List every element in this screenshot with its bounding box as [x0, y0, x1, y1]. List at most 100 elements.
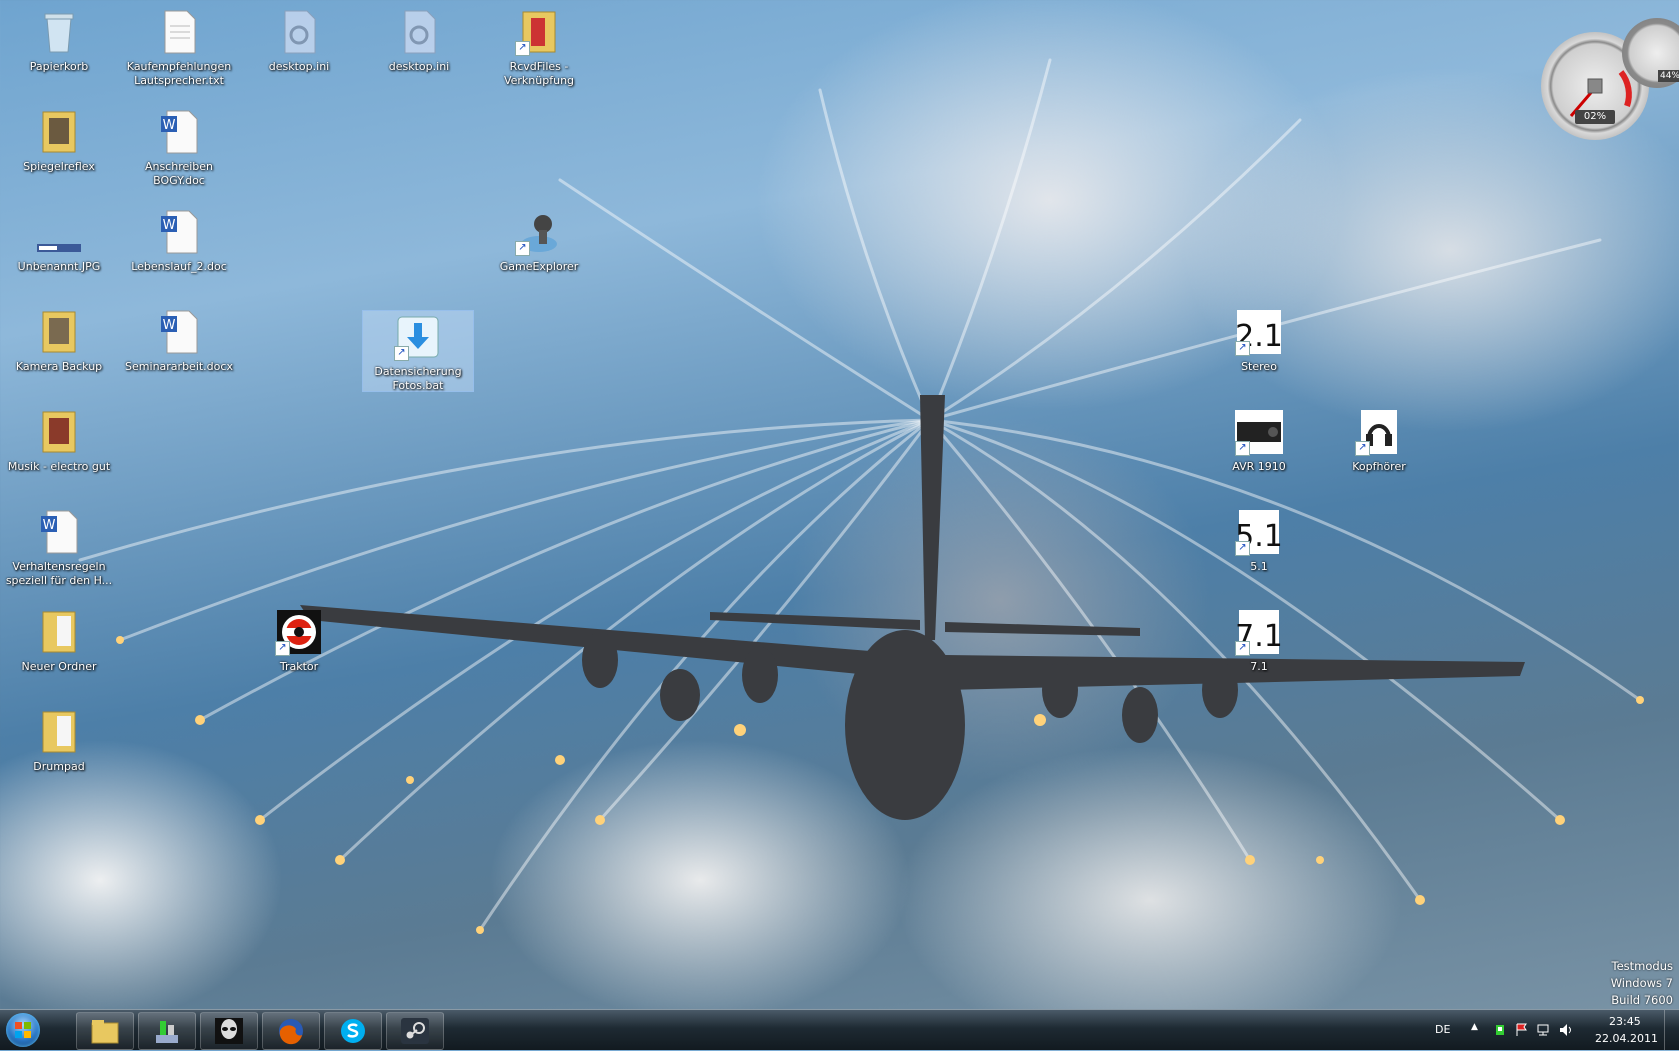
desktop-icon-spiegelreflex[interactable]: Spiegelreflex — [4, 108, 114, 174]
watermark-line-3: Build 7600 — [1611, 993, 1673, 1007]
word-badge-text: W — [43, 518, 56, 533]
desktop-icon-label: Datensicherung Fotos.bat — [374, 365, 462, 392]
desktop-icon-label: GameExplorer — [499, 260, 579, 273]
network-status-icon[interactable] — [1493, 1023, 1507, 1037]
desktop-icon-desktop-ini-2[interactable]: desktop.ini — [364, 8, 474, 74]
desktop-icon-label: Musik - electro gut — [7, 460, 111, 473]
desktop-icon-drumpad[interactable]: Drumpad — [4, 708, 114, 774]
desktop-icon-label: desktop.ini — [268, 60, 330, 73]
watermark-line-2: Windows 7 — [1610, 976, 1673, 990]
desktop-icon-label: Kaufempfehlungen Lautsprecher.txt — [126, 60, 232, 87]
folder-shortcut-icon: ↗ — [515, 8, 563, 56]
taskbar: DE ▲ 23:45 22.04.2011 — [0, 1009, 1679, 1050]
clock-date[interactable]: 22.04.2011 — [1595, 1032, 1658, 1045]
desktop-icon-desktop-ini-1[interactable]: desktop.ini — [244, 8, 354, 74]
desktop-icon-5-1[interactable]: 5.1 ↗ 5.1 — [1204, 508, 1314, 574]
desktop-icon-gameexplorer[interactable]: ↗ GameExplorer — [484, 208, 594, 274]
desktop-icon-label: Papierkorb — [29, 60, 89, 73]
watermark-line-1: Testmodus — [1611, 959, 1673, 973]
desktop-icon-label: Verhaltensregeln speziell für den H... — [5, 560, 113, 587]
show-hidden-icons-button[interactable]: ▲ — [1471, 1022, 1478, 1032]
desktop-icon-kopfhoerer[interactable]: ↗ Kopfhörer — [1324, 408, 1434, 474]
skype-icon — [341, 1019, 365, 1043]
desktop-icon-label: Kopfhörer — [1352, 460, 1406, 473]
desktop-icon-datensicherung[interactable]: ↗ Datensicherung Fotos.bat — [362, 310, 474, 392]
desktop-icon-label: Neuer Ordner — [21, 660, 97, 673]
shortcut-arrow-icon: ↗ — [1235, 641, 1250, 656]
folder-icon — [35, 308, 83, 356]
taskbar-alien-app-button[interactable] — [200, 1012, 258, 1050]
shortcut-arrow-icon: ↗ — [1235, 341, 1250, 356]
traktor-icon: ↗ — [275, 608, 323, 656]
folder-icon — [35, 408, 83, 456]
headphones-icon: ↗ — [1355, 408, 1403, 456]
desktop-icon-anschreiben[interactable]: W Anschreiben BOGY.doc — [124, 108, 234, 188]
windows-logo-icon — [15, 1022, 31, 1038]
desktop-icon-label: Anschreiben BOGY.doc — [144, 160, 214, 187]
desktop-icon-label: Unbenannt.JPG — [17, 260, 101, 273]
speaker-5-1-icon: 5.1 ↗ — [1235, 508, 1283, 556]
word-badge-text: W — [163, 218, 176, 233]
desktop-icon-unbenannt-jpg[interactable]: Unbenannt.JPG — [4, 208, 114, 274]
desktop-icon-lebenslauf[interactable]: W Lebenslauf_2.doc — [124, 208, 234, 274]
recycle-bin-icon — [35, 8, 83, 56]
show-desktop-button[interactable] — [1664, 1010, 1679, 1050]
taskbar-game-launcher-button[interactable] — [138, 1012, 196, 1050]
wallpaper-flares — [78, 58, 1644, 934]
desktop-icon-label: Seminararbeit.docx — [125, 360, 233, 373]
taskbar-explorer-button[interactable] — [76, 1012, 134, 1050]
desktop-icon-kaufempfehlungen[interactable]: Kaufempfehlungen Lautsprecher.txt — [124, 8, 234, 88]
desktop-icon-label: Drumpad — [33, 760, 85, 773]
desktop-icon-musik[interactable]: Musik - electro gut — [4, 408, 114, 474]
desktop-icon-label: Lebenslauf_2.doc — [131, 260, 227, 273]
clock-time[interactable]: 23:45 — [1609, 1015, 1641, 1028]
download-arrow-icon: ↗ — [394, 313, 442, 361]
taskbar-firefox-button[interactable] — [262, 1012, 320, 1050]
desktop-icon-kamera-backup[interactable]: Kamera Backup — [4, 308, 114, 374]
desktop-icon-label: AVR 1910 — [1232, 460, 1286, 473]
desktop-icon-papierkorb[interactable]: Papierkorb — [4, 8, 114, 74]
start-button[interactable] — [6, 1013, 40, 1047]
action-center-flag-icon[interactable] — [1515, 1023, 1529, 1037]
desktop-icon-label: Spiegelreflex — [23, 160, 95, 173]
game-explorer-icon: ↗ — [515, 208, 563, 256]
network-monitor-icon[interactable] — [1537, 1023, 1551, 1037]
desktop-icon-verhaltensregeln[interactable]: W Verhaltensregeln speziell für den H... — [4, 508, 114, 588]
windows-explorer-icon — [91, 1020, 119, 1044]
word-badge-text: W — [163, 118, 176, 133]
desktop-icon-neuer-ordner[interactable]: Neuer Ordner — [4, 608, 114, 674]
language-indicator[interactable]: DE — [1435, 1023, 1450, 1036]
taskbar-steam-button[interactable] — [386, 1012, 444, 1050]
shortcut-arrow-icon: ↗ — [1355, 441, 1370, 456]
desktop-icon-label: RcvdFiles - Verknüpfung — [503, 60, 575, 87]
settings-file-icon — [275, 8, 323, 56]
test-mode-watermark: Testmodus Windows 7 Build 7600 — [1611, 958, 1673, 1009]
cpu-value: 02% — [1575, 110, 1615, 124]
desktop-icon-rcvdfiles[interactable]: ↗ RcvdFiles - Verknüpfung — [484, 8, 594, 88]
shortcut-arrow-icon: ↗ — [515, 241, 530, 256]
taskbar-skype-button[interactable] — [324, 1012, 382, 1050]
game-launcher-icon — [156, 1021, 178, 1043]
desktop-icon-7-1[interactable]: 7.1 ↗ 7.1 — [1204, 608, 1314, 674]
word-badge-text: W — [163, 318, 176, 333]
system-tray: DE ▲ 23:45 22.04.2011 — [1417, 1010, 1679, 1050]
text-file-icon — [155, 8, 203, 56]
volume-speaker-icon[interactable] — [1559, 1023, 1575, 1037]
desktop-icon-seminararbeit[interactable]: W Seminararbeit.docx — [124, 308, 234, 374]
settings-file-icon — [395, 8, 443, 56]
desktop-icon-label: 7.1 — [1250, 660, 1268, 673]
word-doc-icon: W — [155, 208, 203, 256]
word-docx-icon: W — [155, 308, 203, 356]
desktop-icon-label: Stereo — [1241, 360, 1277, 373]
receiver-icon: ↗ — [1235, 408, 1283, 456]
desktop-icon-avr1910[interactable]: ↗ AVR 1910 — [1204, 408, 1314, 474]
desktop-icon-stereo[interactable]: 2.1 ↗ Stereo — [1204, 308, 1314, 374]
desktop-icon-label: Kamera Backup — [15, 360, 103, 373]
desktop-icon-traktor[interactable]: ↗ Traktor — [244, 608, 354, 674]
folder-icon — [35, 608, 83, 656]
steam-icon — [401, 1018, 429, 1044]
desktop-icon-label: 5.1 — [1250, 560, 1268, 573]
image-file-icon — [35, 208, 83, 256]
desktop-icon-label: desktop.ini — [388, 60, 450, 73]
speaker-7-1-icon: 7.1 ↗ — [1235, 608, 1283, 656]
